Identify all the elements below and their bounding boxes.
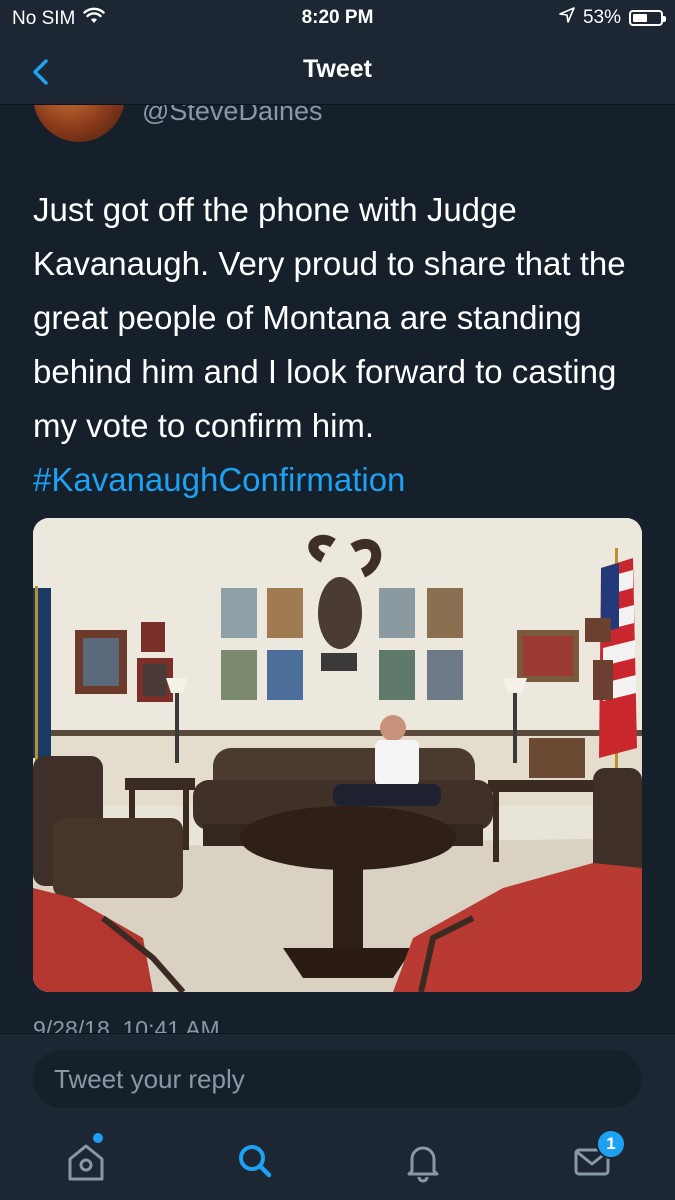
reply-bar: Tweet your reply <box>0 1033 675 1124</box>
navigation-bar: Tweet <box>0 38 675 105</box>
status-bar: No SIM 8:20 PM 53% <box>0 0 675 38</box>
bell-icon <box>407 1146 439 1183</box>
tab-bar: 1 <box>0 1123 675 1200</box>
tweet-text: Just got off the phone with Judge Kavana… <box>33 183 648 507</box>
home-icon <box>68 1144 104 1181</box>
location-arrow-icon <box>559 7 575 29</box>
page-title: Tweet <box>303 55 372 83</box>
status-right: 53% <box>559 7 666 29</box>
battery-icon <box>629 10 666 26</box>
battery-fill <box>633 14 647 22</box>
tab-home[interactable] <box>62 1133 110 1185</box>
tab-notifications[interactable] <box>399 1137 447 1185</box>
tab-search[interactable] <box>231 1137 279 1185</box>
reply-input[interactable]: Tweet your reply <box>33 1050 642 1108</box>
tweet-body: Just got off the phone with Judge Kavana… <box>33 191 626 444</box>
tab-messages[interactable]: 1 <box>568 1129 626 1185</box>
battery-percent: 53% <box>582 7 621 28</box>
new-content-dot <box>93 1133 103 1143</box>
tweet-photo[interactable] <box>33 518 642 992</box>
search-icon <box>239 1145 272 1178</box>
hashtag-link[interactable]: #KavanaughConfirmation <box>33 461 405 498</box>
messages-badge: 1 <box>596 1129 626 1159</box>
